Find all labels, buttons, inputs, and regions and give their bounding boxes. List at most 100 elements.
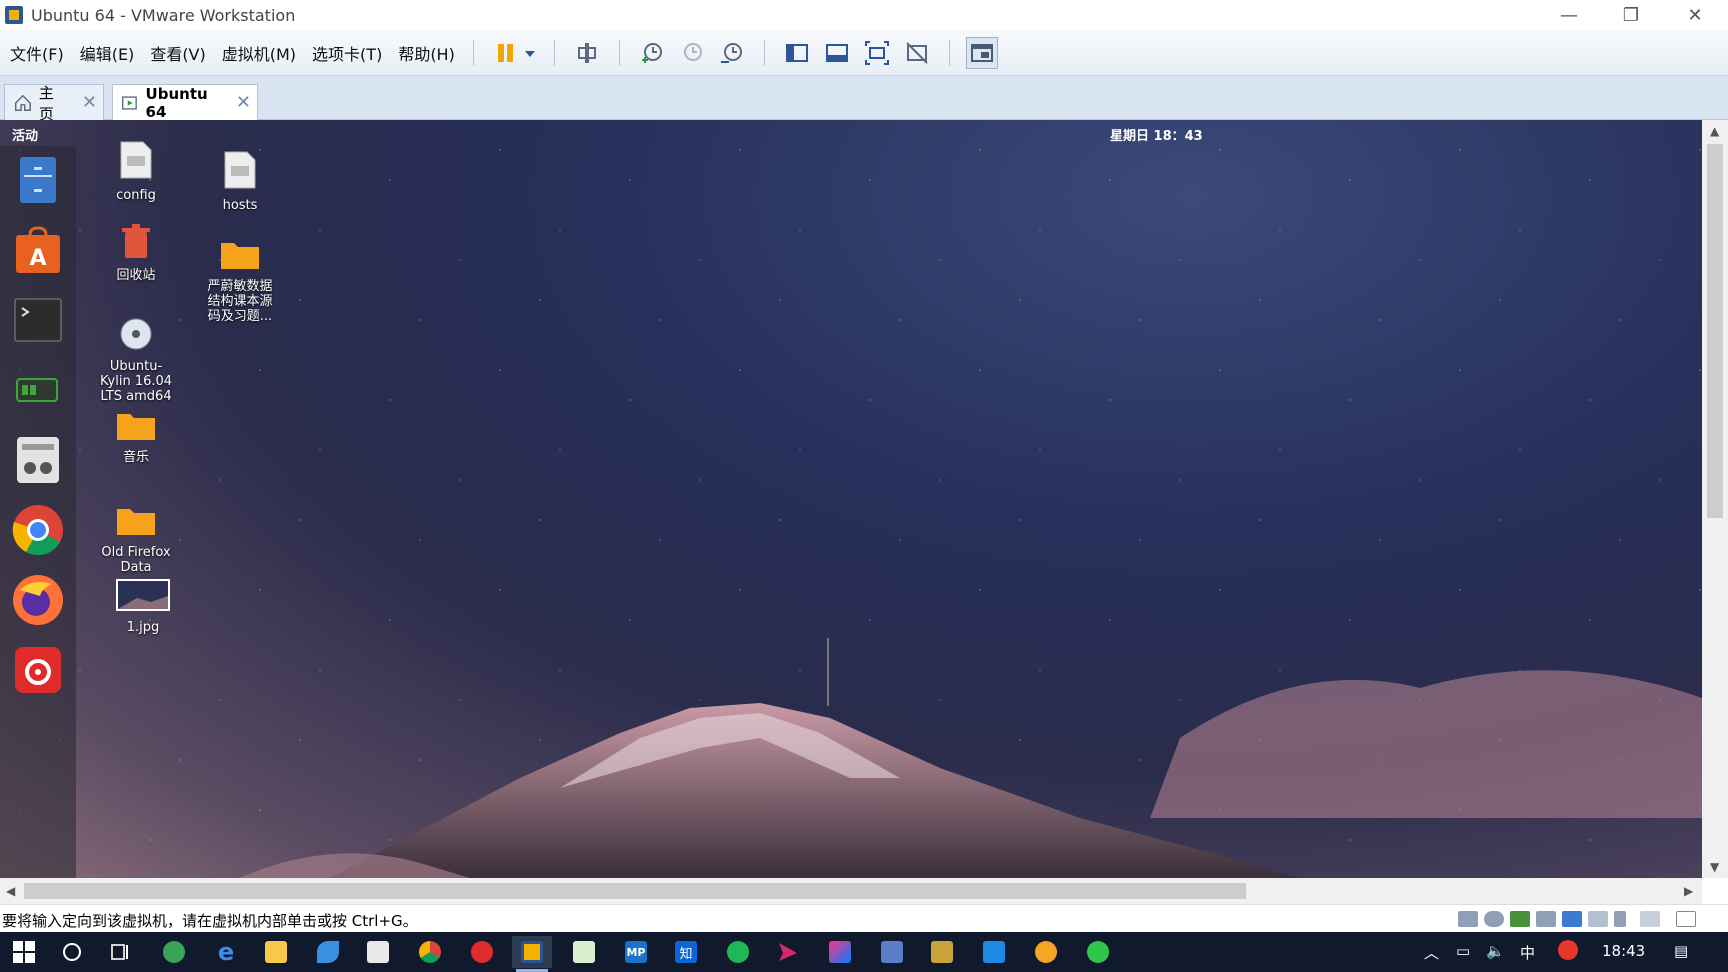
intellij-idea-icon[interactable] (820, 936, 860, 968)
files-icon[interactable] (12, 154, 64, 206)
star-app-icon[interactable] (974, 936, 1014, 968)
tab-ubuntu-64[interactable]: Ubuntu 64 ✕ (112, 84, 258, 121)
text-file-icon (224, 151, 256, 189)
show-thumbnail-bar-icon[interactable] (821, 37, 853, 69)
zhihu-icon[interactable]: 知 (666, 936, 706, 968)
store-icon[interactable] (358, 936, 398, 968)
volume-icon[interactable]: 🔈 (1486, 942, 1505, 960)
desktop-icon-label: 1.jpg (126, 620, 160, 635)
desktop-icon-config[interactable]: config (86, 140, 186, 203)
scroll-left-icon[interactable]: ◀ (6, 884, 15, 898)
toolbar-separator (948, 39, 950, 66)
menu-tabs[interactable]: 选项卡(T) (306, 41, 388, 65)
desktop-icon-label: 回收站 (116, 268, 156, 283)
full-screen-icon[interactable] (861, 37, 893, 69)
unity-mode-icon[interactable] (901, 37, 933, 69)
console-view-icon[interactable] (965, 36, 998, 69)
minimize-button[interactable]: — (1538, 0, 1600, 30)
desktop-icon-old-firefox-data[interactable]: Old Firefox Data (86, 490, 186, 590)
message-log-icon[interactable] (1676, 911, 1696, 927)
battery-icon[interactable]: ▭ (1456, 942, 1470, 960)
sogou-ime-icon[interactable] (1558, 940, 1578, 964)
music-player-icon[interactable] (1078, 936, 1118, 968)
vertical-scrollbar[interactable]: ▲ ▼ (1702, 120, 1728, 878)
activities-button[interactable]: 活动 (12, 125, 38, 144)
hard-disk-icon[interactable] (1458, 911, 1478, 927)
menu-file[interactable]: 文件(F) (4, 41, 70, 65)
settings-icon[interactable] (12, 434, 64, 486)
sound-card-icon[interactable] (1562, 911, 1582, 927)
desktop-icon-hosts[interactable]: hosts (190, 150, 290, 213)
netease-music-icon[interactable] (12, 644, 64, 696)
menu-vm[interactable]: 虚拟机(M) (216, 41, 302, 65)
network-adapter-icon[interactable] (1510, 911, 1530, 927)
tab-home-close-icon[interactable]: ✕ (82, 92, 97, 113)
usb-device-icon[interactable] (1614, 911, 1626, 927)
feather-app-icon[interactable] (308, 936, 348, 968)
desktop-icon-ubuntu-kylin-disc[interactable]: Ubuntu- Kylin 16.04 LTS amd64 (86, 302, 186, 419)
chrome-taskbar-icon[interactable] (410, 936, 450, 968)
take-snapshot-icon[interactable] (636, 37, 668, 69)
printer-icon[interactable] (1536, 911, 1556, 927)
software-center-icon[interactable]: A (12, 224, 64, 276)
menu-toolbar: 文件(F) 编辑(E) 查看(V) 虚拟机(M) 选项卡(T) 帮助(H) (0, 30, 1728, 76)
qr-code-app-icon[interactable] (922, 936, 962, 968)
taskbar-clock[interactable]: 18:43 (1602, 942, 1645, 960)
desktop-icon-music[interactable]: 音乐 (86, 410, 186, 465)
usb-controller-icon[interactable] (1588, 911, 1608, 927)
toolbar-separator (618, 39, 620, 66)
close-button[interactable]: ✕ (1664, 0, 1726, 30)
tab-home[interactable]: 主页 ✕ (4, 84, 104, 123)
desktop-icon-image-file[interactable]: 1.jpg (93, 578, 193, 635)
spotify-icon[interactable] (718, 936, 758, 968)
power-dropdown-icon[interactable] (522, 37, 538, 69)
edge-browser-icon[interactable]: e (206, 936, 246, 968)
system-monitor-icon[interactable] (12, 364, 64, 416)
horizontal-scrollbar[interactable]: ◀ ▶ (0, 878, 1702, 904)
firefox-icon[interactable] (12, 574, 64, 626)
desktop-icon-trash[interactable]: 回收站 (86, 224, 186, 283)
vmware-taskbar-icon[interactable] (512, 936, 552, 972)
network-tool-icon[interactable] (872, 936, 912, 968)
tab-home-label: 主页 (38, 83, 54, 123)
restore-button[interactable]: ❐ (1600, 0, 1662, 30)
menu-help[interactable]: 帮助(H) (392, 41, 461, 65)
vm-icon (122, 95, 137, 110)
mp-app-icon[interactable]: MP (616, 936, 656, 968)
netease-music-taskbar-icon[interactable] (462, 936, 502, 968)
tab-ubuntu-64-close-icon[interactable]: ✕ (236, 92, 251, 113)
horizontal-scroll-thumb[interactable] (24, 883, 1246, 899)
task-view-icon[interactable] (100, 936, 140, 968)
file-explorer-icon[interactable] (256, 936, 296, 968)
guest-clock[interactable]: 星期日 18：43 (1110, 125, 1203, 144)
snapshot-manager-icon[interactable] (716, 37, 748, 69)
input-method-indicator[interactable]: 中 (1520, 942, 1535, 963)
globe-app-icon[interactable] (154, 936, 194, 968)
chrome-icon[interactable] (12, 504, 64, 556)
weibo-icon[interactable] (1026, 936, 1066, 968)
menu-view[interactable]: 查看(V) (144, 41, 211, 65)
show-library-icon[interactable] (781, 37, 813, 69)
windows-start-icon[interactable] (4, 936, 44, 968)
vm-display[interactable]: 活动 星期日 18：43 A config hosts 回收站 严蔚敏数据 结构… (0, 120, 1702, 878)
action-center-icon[interactable]: ▤ (1674, 942, 1688, 960)
send-arrow-app-icon[interactable] (768, 936, 808, 968)
display-icon[interactable] (1640, 911, 1660, 927)
pause-icon[interactable] (490, 37, 522, 69)
desktop-icon-course-folder[interactable]: 严蔚敏数据 结构课本源 码及习题... (190, 224, 290, 339)
scroll-up-icon[interactable]: ▲ (1710, 124, 1719, 138)
cd-dvd-icon[interactable] (1484, 911, 1504, 927)
revert-snapshot-icon[interactable] (676, 37, 708, 69)
scroll-down-icon[interactable]: ▼ (1710, 860, 1719, 874)
show-hidden-icons-chevron[interactable]: ︿ (1424, 942, 1439, 963)
vertical-scroll-thumb[interactable] (1707, 144, 1723, 518)
scroll-right-icon[interactable]: ▶ (1684, 884, 1693, 898)
terminal-icon[interactable] (12, 294, 64, 346)
svg-text:A: A (29, 246, 46, 271)
toolbar-separator (553, 39, 555, 66)
send-ctrl-alt-del-icon[interactable] (571, 37, 603, 69)
windows-taskbar: e MP 知 ︿ ▭ 🔈 中 18:43 ▤ (0, 932, 1728, 972)
menu-edit[interactable]: 编辑(E) (74, 41, 141, 65)
cortana-search-icon[interactable] (52, 936, 92, 968)
notepad-icon[interactable] (564, 936, 604, 968)
